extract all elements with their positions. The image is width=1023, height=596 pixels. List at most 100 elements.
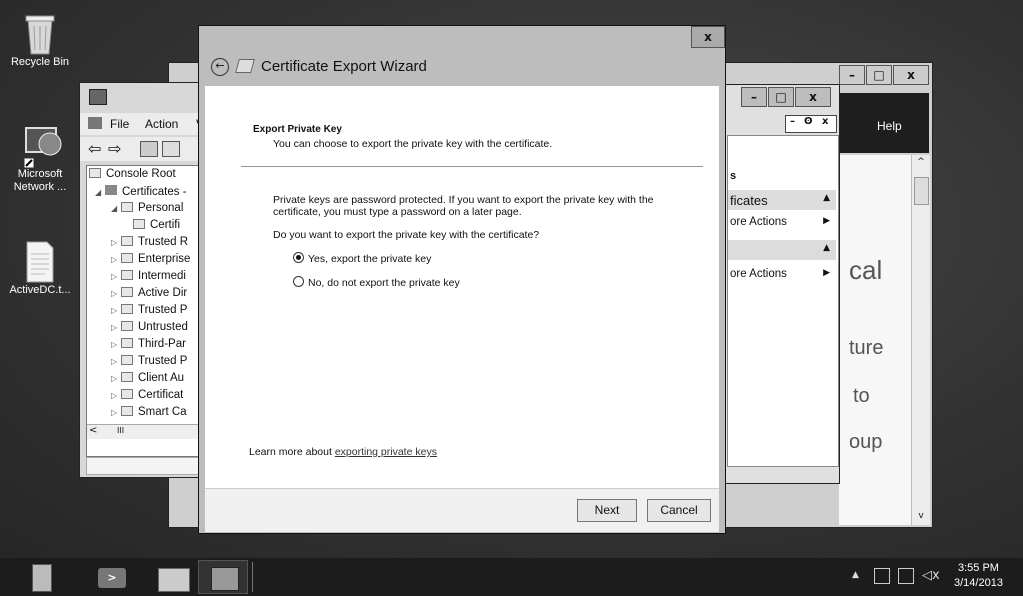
file-explorer-button[interactable] <box>148 560 198 594</box>
mmc-toolbar: ⇦ ⇨ <box>80 137 210 161</box>
next-button[interactable]: Next <box>577 499 637 522</box>
network-icon[interactable] <box>898 568 914 584</box>
actions-section-header-2[interactable]: ▲ <box>728 240 836 260</box>
inner-minimize-icon[interactable]: – <box>790 116 795 127</box>
content-fragment-3: to <box>853 385 870 407</box>
tree-item-smart-card[interactable]: ▷ Smart Ca <box>111 406 187 423</box>
taskbar: > ▲ ◁x 3:55 PM 3/14/2013 <box>0 558 1023 596</box>
description-line-2: certificate, you must type a password on… <box>273 206 522 218</box>
description-line-1: Private keys are password protected. If … <box>273 194 654 206</box>
learn-more-prefix: Learn more about <box>249 446 335 458</box>
tree-item-enterprise[interactable]: ▷ Enterprise <box>111 253 190 270</box>
wizard-page: Export Private Key You can choose to exp… <box>205 86 719 514</box>
tree-item-trusted-people[interactable]: ▷ Trusted P <box>111 355 187 372</box>
back-arrow-icon[interactable]: ⇦ <box>88 139 101 158</box>
option-no-label: No, do not export the private key <box>308 277 460 289</box>
certificate-export-wizard[interactable]: x ← Certificate Export Wizard Export Pri… <box>198 25 726 534</box>
tree-item-certificates[interactable]: ◢ Certificates - <box>95 185 187 202</box>
mmc-menu-bar: File Action V <box>80 113 210 135</box>
forward-arrow-icon[interactable]: ⇨ <box>108 139 121 158</box>
mmc-taskbar-icon <box>211 567 239 591</box>
inner-close-icon[interactable]: x <box>822 116 828 127</box>
server-manager-icon <box>32 564 52 592</box>
tree-item-trusted-root[interactable]: ▷ Trusted R <box>111 236 188 253</box>
radio-no[interactable] <box>293 276 304 287</box>
tree-item-personal[interactable]: ◢ Personal <box>111 202 183 219</box>
learn-more-link[interactable]: exporting private keys <box>335 446 437 458</box>
actions-section-label: ficates <box>730 193 768 208</box>
collapse-up-icon[interactable]: ▲ <box>823 193 830 203</box>
volume-muted-icon[interactable]: ◁x <box>922 568 940 583</box>
tree-item-untrusted[interactable]: ▷ Untrusted <box>111 321 188 338</box>
tree-item-intermediate[interactable]: ▷ Intermedi <box>111 270 186 287</box>
scroll-thumb-grip[interactable]: III <box>117 426 124 435</box>
wizard-close-button[interactable]: x <box>691 26 725 48</box>
more-actions-2[interactable]: ore Actions ▶ <box>728 266 836 284</box>
tree-item-client-auth[interactable]: ▷ Client Au <box>111 372 184 389</box>
recycle-bin-shortcut[interactable]: Recycle Bin <box>0 12 80 68</box>
export-question: Do you want to export the private key wi… <box>273 229 540 241</box>
cancel-button[interactable]: Cancel <box>647 499 711 522</box>
maximize-button[interactable]: □ <box>768 87 794 107</box>
clock-date[interactable]: 3/14/2013 <box>954 577 1003 589</box>
mmc-app-icon <box>89 89 107 105</box>
mmc-console-window[interactable]: File Action V ⇦ ⇨ Console Root ◢Certific… <box>79 82 212 478</box>
tree-item-certificates-selected[interactable]: Certifi <box>133 219 180 236</box>
radio-yes[interactable] <box>293 252 304 263</box>
actions-pane: s ficates ▲ ore Actions ▶ ▲ ore Actions … <box>727 135 839 467</box>
status-bar <box>86 457 212 475</box>
tree-item-trusted-publishers[interactable]: ▷ Trusted P <box>111 304 187 321</box>
mmc-taskbar-button[interactable] <box>198 560 248 594</box>
activedc-file-shortcut[interactable]: ActiveDC.t... <box>0 240 80 296</box>
option-yes-label: Yes, export the private key <box>308 253 432 265</box>
inner-restore-icon[interactable]: ʘ <box>804 116 813 127</box>
show-hidden-icons[interactable]: ▲ <box>852 570 859 580</box>
powershell-button[interactable]: > <box>88 560 138 594</box>
option-no[interactable]: No, do not export the private key <box>293 276 460 289</box>
powershell-icon: > <box>98 568 126 588</box>
scroll-up-icon[interactable]: ^ <box>912 157 930 167</box>
maximize-button[interactable]: □ <box>866 65 892 85</box>
action-center-icon[interactable] <box>874 568 890 584</box>
content-fragment-4: oup <box>849 431 883 453</box>
horizontal-scrollbar[interactable]: < III <box>87 424 211 439</box>
certificate-icon <box>235 59 255 73</box>
menu-file[interactable]: File <box>110 117 129 131</box>
option-yes[interactable]: Yes, export the private key <box>293 252 431 265</box>
more-actions-1[interactable]: ore Actions ▶ <box>728 214 836 232</box>
close-button[interactable]: x <box>893 65 929 85</box>
close-button[interactable]: x <box>795 87 831 107</box>
content-fragment-1: cal <box>849 255 883 285</box>
actions-section-header[interactable]: ficates ▲ <box>728 190 836 210</box>
minimize-button[interactable]: – <box>839 65 865 85</box>
activedc-file-label: ActiveDC.t... <box>9 284 71 296</box>
microsoft-network-shortcut[interactable]: Microsoft Network ... <box>0 124 80 194</box>
content-fragment-2: ture <box>849 337 884 359</box>
submenu-arrow-icon: ▶ <box>823 216 830 226</box>
tree-item-certificate-enrollment[interactable]: ▷ Certificat <box>111 389 183 406</box>
learn-more: Learn more about exporting private keys <box>249 446 437 458</box>
vertical-scrollbar[interactable]: ^ v <box>911 155 930 525</box>
scroll-left-icon[interactable]: < <box>89 425 97 436</box>
back-arrow-icon[interactable]: ← <box>211 58 229 76</box>
tree-item-active-directory[interactable]: ▷ Active Dir <box>111 287 187 304</box>
menu-action[interactable]: Action <box>145 117 178 131</box>
tree-item-console-root[interactable]: Console Root <box>89 168 176 185</box>
help-menu[interactable]: Help <box>877 119 902 133</box>
tree-item-third-party[interactable]: ▷ Third-Par <box>111 338 186 355</box>
wizard-title: Certificate Export Wizard <box>261 58 427 75</box>
certificates-snapin-icon <box>105 185 117 195</box>
up-folder-icon[interactable] <box>140 141 158 157</box>
collapse-up-icon[interactable]: ▲ <box>823 243 830 253</box>
console-tree: Console Root ◢ Certificates - ◢ Personal C… <box>86 165 212 457</box>
minimize-button[interactable]: – <box>741 87 767 107</box>
clock-time[interactable]: 3:55 PM <box>958 562 999 574</box>
server-manager-button[interactable] <box>18 560 68 594</box>
desktop: Recycle Bin Microsoft Network ... Active… <box>0 0 1023 558</box>
file-explorer-icon <box>158 568 190 592</box>
network-monitor-icon <box>20 124 62 169</box>
microsoft-network-label: Microsoft Network ... <box>13 168 67 193</box>
scroll-thumb[interactable] <box>914 177 929 205</box>
scroll-down-icon[interactable]: v <box>912 511 930 521</box>
show-hide-tree-icon[interactable] <box>162 141 180 157</box>
